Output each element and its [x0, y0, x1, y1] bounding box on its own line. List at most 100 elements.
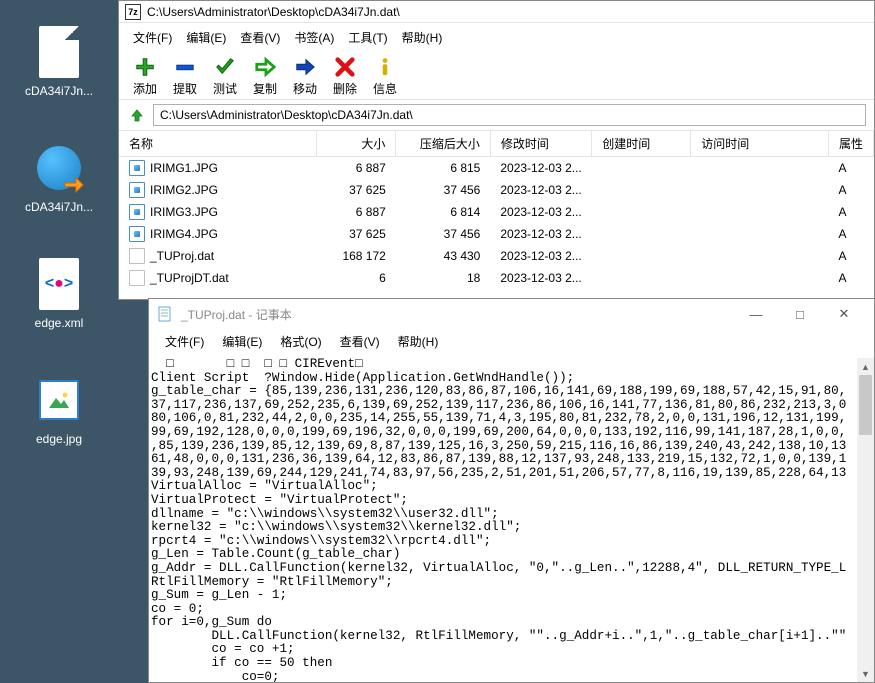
desktop-icon-globe[interactable]: cDA34i7Jn... — [9, 134, 109, 220]
file-name: IRIMG4.JPG — [150, 227, 218, 241]
notepad-window: _TUProj.dat - 记事本 — □ ✕ 文件(F) 编辑(E) 格式(O… — [148, 298, 875, 683]
dat-file-icon — [129, 270, 145, 286]
file-packed-size: 37 456 — [396, 223, 491, 245]
maximize-button[interactable]: □ — [778, 300, 822, 328]
jpg-file-icon — [129, 204, 145, 220]
globe-icon — [37, 140, 81, 196]
sevenzip-window: 7z C:\Users\Administrator\Desktop\cDA34i… — [118, 0, 875, 300]
file-attr: A — [828, 267, 873, 289]
sevenzip-toolbar: 添加提取测试复制移动删除信息 — [119, 52, 874, 99]
sevenzip-filelist[interactable]: 名称大小压缩后大小修改时间创建时间访问时间属性 IRIMG1.JPG6 8876… — [119, 131, 874, 299]
file-icon — [37, 24, 81, 80]
toolbar-label: 提取 — [173, 80, 197, 97]
np-menu-edit[interactable]: 编辑(E) — [214, 331, 270, 352]
table-row[interactable]: _TUProjDT.dat 6182023-12-03 2... A — [119, 267, 874, 289]
arrow-right-open-icon — [253, 56, 277, 78]
file-name: IRIMG1.JPG — [150, 161, 218, 175]
desktop-icon-label: cDA34i7Jn... — [25, 200, 93, 214]
toolbar-cross-button[interactable]: 删除 — [327, 56, 363, 97]
column-header[interactable]: 创建时间 — [592, 131, 691, 157]
toolbar-label: 复制 — [253, 80, 277, 97]
toolbar-label: 删除 — [333, 80, 357, 97]
desktop-icon-label: edge.jpg — [36, 432, 82, 446]
column-header[interactable]: 大小 — [316, 131, 395, 157]
address-input[interactable] — [153, 104, 866, 126]
close-button[interactable]: ✕ — [822, 300, 866, 328]
jpg-file-icon — [129, 160, 145, 176]
file-mtime: 2023-12-03 2... — [490, 267, 591, 289]
file-packed-size: 6 814 — [396, 201, 491, 223]
file-size: 6 887 — [316, 157, 395, 180]
file-attr: A — [828, 157, 873, 180]
column-header[interactable]: 名称 — [119, 131, 316, 157]
window-controls: — □ ✕ — [734, 300, 866, 328]
vertical-scrollbar[interactable]: ▲ ▼ — [857, 358, 874, 682]
file-mtime: 2023-12-03 2... — [490, 223, 591, 245]
desktop-icon-file[interactable]: cDA34i7Jn... — [9, 18, 109, 104]
notepad-titlebar[interactable]: _TUProj.dat - 记事本 — □ ✕ — [149, 299, 874, 329]
scroll-thumb[interactable] — [859, 375, 872, 435]
file-name: _TUProjDT.dat — [150, 271, 229, 285]
file-name: IRIMG2.JPG — [150, 183, 218, 197]
np-menu-view[interactable]: 查看(V) — [332, 331, 388, 352]
toolbar-label: 添加 — [133, 80, 157, 97]
file-size: 6 887 — [316, 201, 395, 223]
minus-icon — [173, 56, 197, 78]
sevenzip-titlebar[interactable]: 7z C:\Users\Administrator\Desktop\cDA34i… — [119, 1, 874, 23]
menu-bookmark[interactable]: 书签(A) — [288, 27, 340, 48]
cross-icon — [333, 56, 357, 78]
toolbar-info-button[interactable]: 信息 — [367, 56, 403, 97]
toolbar-minus-button[interactable]: 提取 — [167, 56, 203, 97]
up-folder-button[interactable] — [127, 105, 147, 125]
menu-edit[interactable]: 编辑(E) — [180, 27, 232, 48]
scroll-down-icon[interactable]: ▼ — [857, 665, 874, 682]
file-mtime: 2023-12-03 2... — [490, 245, 591, 267]
arrow-right-icon — [293, 56, 317, 78]
table-row[interactable]: IRIMG1.JPG6 8876 8152023-12-03 2...A — [119, 157, 874, 180]
file-attr: A — [828, 223, 873, 245]
notepad-title: _TUProj.dat - 记事本 — [181, 306, 734, 323]
column-header[interactable]: 压缩后大小 — [396, 131, 491, 157]
file-size: 37 625 — [316, 179, 395, 201]
file-size: 6 — [316, 267, 395, 289]
menu-tools[interactable]: 工具(T) — [342, 27, 393, 48]
table-row[interactable]: IRIMG3.JPG6 8876 8142023-12-03 2...A — [119, 201, 874, 223]
file-packed-size: 43 430 — [396, 245, 491, 267]
column-header[interactable]: 属性 — [828, 131, 873, 157]
toolbar-arrow-right-open-button[interactable]: 复制 — [247, 56, 283, 97]
file-size: 37 625 — [316, 223, 395, 245]
toolbar-label: 测试 — [213, 80, 237, 97]
menu-view[interactable]: 查看(V) — [234, 27, 286, 48]
np-menu-help[interactable]: 帮助(H) — [390, 331, 447, 352]
toolbar-check-button[interactable]: 测试 — [207, 56, 243, 97]
notepad-body: □ □ □ □ □ CIREvent□ Client Script ?Windo… — [149, 358, 874, 682]
notepad-menubar: 文件(F) 编辑(E) 格式(O) 查看(V) 帮助(H) — [149, 329, 874, 358]
desktop-icon-xml[interactable]: <●> edge.xml — [9, 250, 109, 336]
file-packed-size: 18 — [396, 267, 491, 289]
menu-help[interactable]: 帮助(H) — [396, 27, 449, 48]
table-row[interactable]: _TUProj.dat168 17243 4302023-12-03 2...A — [119, 245, 874, 267]
table-row[interactable]: IRIMG2.JPG37 62537 4562023-12-03 2...A — [119, 179, 874, 201]
file-mtime: 2023-12-03 2... — [490, 201, 591, 223]
column-header[interactable]: 访问时间 — [691, 131, 829, 157]
file-mtime: 2023-12-03 2... — [490, 179, 591, 201]
scroll-up-icon[interactable]: ▲ — [857, 358, 874, 375]
toolbar-arrow-right-button[interactable]: 移动 — [287, 56, 323, 97]
sevenzip-icon: 7z — [125, 4, 141, 20]
column-header[interactable]: 修改时间 — [490, 131, 591, 157]
menu-file[interactable]: 文件(F) — [127, 27, 178, 48]
minimize-button[interactable]: — — [734, 300, 778, 328]
toolbar-label: 信息 — [373, 80, 397, 97]
check-icon — [213, 56, 237, 78]
file-mtime: 2023-12-03 2... — [490, 157, 591, 180]
toolbar-plus-button[interactable]: 添加 — [127, 56, 163, 97]
np-menu-file[interactable]: 文件(F) — [157, 331, 212, 352]
xml-icon: <●> — [37, 256, 81, 312]
notepad-text[interactable]: □ □ □ □ □ CIREvent□ Client Script ?Windo… — [149, 358, 874, 682]
table-row[interactable]: IRIMG4.JPG 37 62537 4562023-12-03 2... A — [119, 223, 874, 245]
desktop-icon-image[interactable]: edge.jpg — [9, 366, 109, 452]
np-menu-format[interactable]: 格式(O) — [272, 331, 329, 352]
file-attr: A — [828, 245, 873, 267]
file-size: 168 172 — [316, 245, 395, 267]
file-name: IRIMG3.JPG — [150, 205, 218, 219]
